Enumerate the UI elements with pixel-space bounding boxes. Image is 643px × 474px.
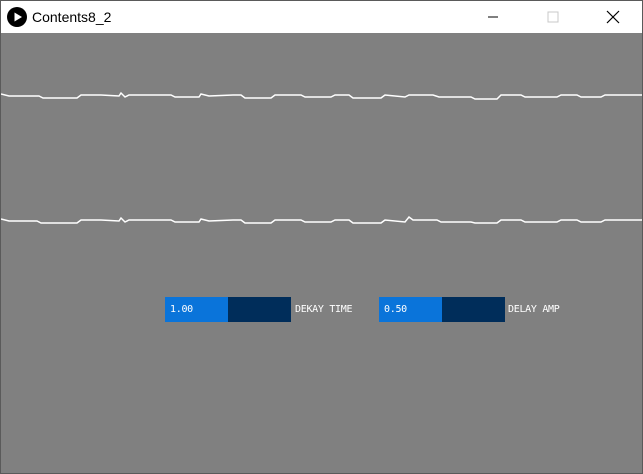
close-button[interactable]: [590, 1, 636, 33]
maximize-icon: [547, 11, 559, 23]
minimize-button[interactable]: [470, 1, 516, 33]
delay-amp-label: DELAY AMP: [508, 304, 560, 315]
waveform-left: [1, 91, 642, 100]
title-bar[interactable]: Contents8_2: [1, 1, 642, 33]
delay-amp-slider[interactable]: 0.50: [379, 297, 505, 322]
decay-time-slider[interactable]: 1.00: [165, 297, 291, 322]
play-icon: [7, 7, 27, 27]
waveform-display: [1, 91, 642, 224]
decay-time-label: DEKAY TIME: [295, 304, 353, 315]
delay-amp-value: 0.50: [384, 304, 407, 315]
waveform-right: [1, 215, 642, 224]
window-title: Contents8_2: [32, 9, 112, 25]
decay-time-value: 1.00: [170, 304, 193, 315]
app-window: Contents8_2 1.00 DEKAY TIME 0.50 DELAY A…: [0, 0, 643, 474]
maximize-button[interactable]: [530, 1, 576, 33]
minimize-icon: [488, 16, 498, 18]
sketch-canvas[interactable]: 1.00 DEKAY TIME 0.50 DELAY AMP: [1, 33, 642, 473]
close-icon: [606, 10, 620, 24]
